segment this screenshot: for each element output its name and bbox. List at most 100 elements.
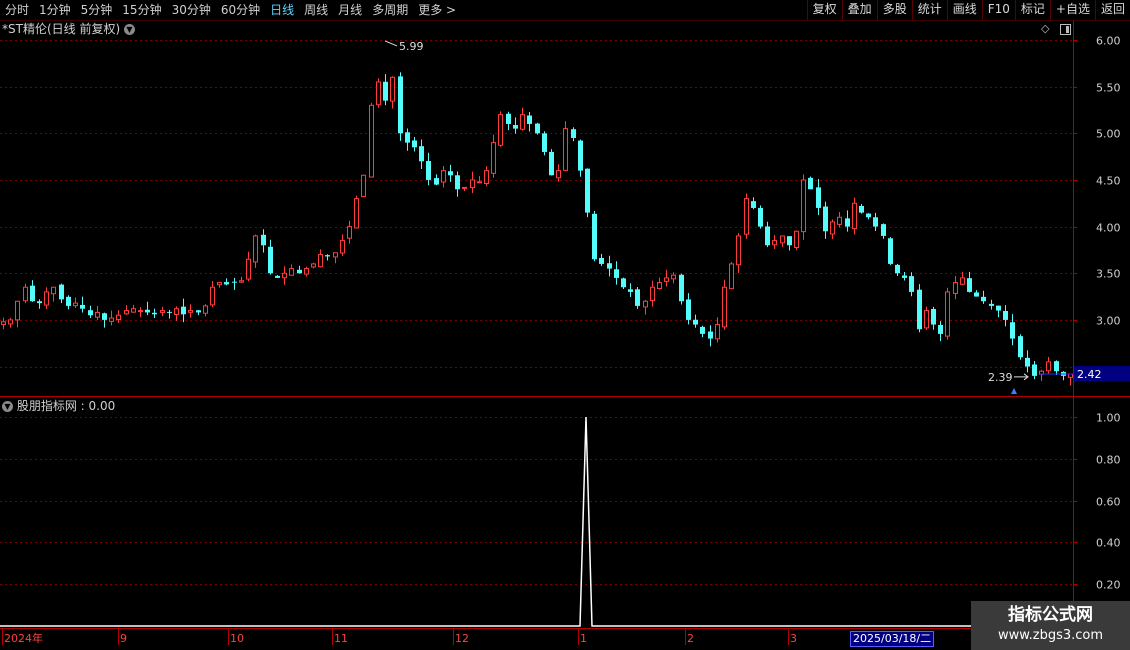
candle-body [383, 81, 388, 101]
candle-body [679, 274, 684, 302]
low-marker-arrow [1014, 373, 1029, 381]
candle-body [196, 310, 201, 313]
candle-body [354, 198, 359, 229]
candle-body [167, 311, 172, 313]
candle-body [736, 235, 741, 266]
candle-body [837, 216, 842, 225]
candle-body [700, 326, 705, 334]
watermark-url: www.zbgs3.com [997, 628, 1104, 643]
candle-body [578, 140, 583, 171]
candle-body [924, 310, 929, 329]
candle-body [441, 170, 446, 183]
price-axis-label: 5.00 [1096, 128, 1121, 141]
candle-body [434, 178, 439, 185]
time-axis-label: 9 [120, 632, 127, 645]
time-axis-label: 1 [580, 632, 587, 645]
candle-body [960, 277, 965, 285]
candle-body [419, 146, 424, 162]
candle-body [664, 277, 669, 282]
candle-body [340, 240, 345, 254]
candle-body [607, 263, 612, 269]
time-axis-cursor-date: 2025/03/18/二 [850, 631, 935, 647]
candle-body [563, 128, 568, 171]
candle-body [491, 142, 496, 174]
candle-body [325, 255, 330, 257]
indicator-axis-label: 0.60 [1096, 496, 1121, 509]
candle-body [95, 311, 100, 318]
candle-body [592, 213, 597, 260]
candle-body [794, 230, 799, 249]
candle-body [643, 300, 648, 308]
high-marker-arrow [384, 40, 398, 47]
candle-body [203, 305, 208, 314]
candle-body [765, 226, 770, 246]
candle-body [1046, 361, 1051, 372]
candle-body [470, 179, 475, 189]
candle-body [535, 123, 540, 134]
candle-body [297, 269, 302, 274]
candle-body [953, 282, 958, 294]
candle-body [614, 269, 619, 278]
candle-body [830, 221, 835, 235]
candle-body [160, 310, 165, 313]
candle-body [131, 308, 136, 313]
candle-body [376, 81, 381, 106]
candle-body [138, 310, 143, 313]
candle-body [621, 278, 626, 288]
signal-triangle-icon [1011, 388, 1017, 394]
candle-body [59, 284, 64, 300]
candle-body [671, 274, 676, 280]
candle-body [635, 289, 640, 306]
candle-body [845, 218, 850, 227]
candle-body [917, 289, 922, 330]
candle-body [390, 76, 395, 102]
candle-body [520, 114, 525, 130]
candle-body [909, 276, 914, 292]
candle-body [657, 282, 662, 289]
price-axis-label: 3.00 [1096, 315, 1121, 328]
candle-body [715, 324, 720, 340]
indicator-axis-label: 0.40 [1096, 537, 1121, 550]
candle-body [772, 240, 777, 246]
candle-body [1032, 364, 1037, 376]
candle-body [967, 278, 972, 292]
candle-body [808, 177, 813, 190]
candle-body [361, 174, 366, 197]
candle-body [268, 246, 273, 274]
candle-body [347, 226, 352, 239]
candle-body [217, 282, 222, 286]
candle-body [477, 181, 482, 184]
candle-body [974, 292, 979, 297]
candle-body [650, 286, 655, 302]
candle-body [51, 286, 56, 295]
candle-body [37, 301, 42, 304]
candle-body [484, 170, 489, 184]
candle-body [448, 171, 453, 176]
candle-body [881, 224, 886, 236]
time-axis-label: 2 [687, 632, 694, 645]
candle-body [801, 179, 806, 233]
candle-body [398, 76, 403, 134]
candle-body [210, 286, 215, 306]
time-axis-label: 2024年 [4, 631, 43, 645]
candle-body [289, 268, 294, 276]
time-axis-label: 3 [790, 632, 797, 645]
candle-body [498, 114, 503, 146]
candle-body [369, 104, 374, 178]
price-axis-label: 3.50 [1096, 268, 1121, 281]
candle-body [253, 235, 258, 263]
indicator-axis-label: 1.00 [1096, 412, 1121, 425]
kline-chart[interactable]: 6.00 5.50 5.00 4.50 4.00 3.50 3.00 1.00 0.80 0.60… [0, 0, 1130, 650]
candle-body [852, 202, 857, 230]
candle-body [859, 205, 864, 213]
candle-body [23, 286, 28, 302]
candle-body [405, 132, 410, 143]
candle-body [80, 304, 85, 309]
watermark-title: 指标公式网 [1008, 605, 1093, 625]
candle-body [311, 263, 316, 268]
watermark: 指标公式网 www.zbgs3.com [971, 601, 1130, 650]
time-axis-label: 12 [455, 632, 469, 645]
indicator-axis-label: 0.80 [1096, 454, 1121, 467]
price-axis-label: 6.00 [1096, 35, 1121, 48]
candle-body [686, 299, 691, 320]
